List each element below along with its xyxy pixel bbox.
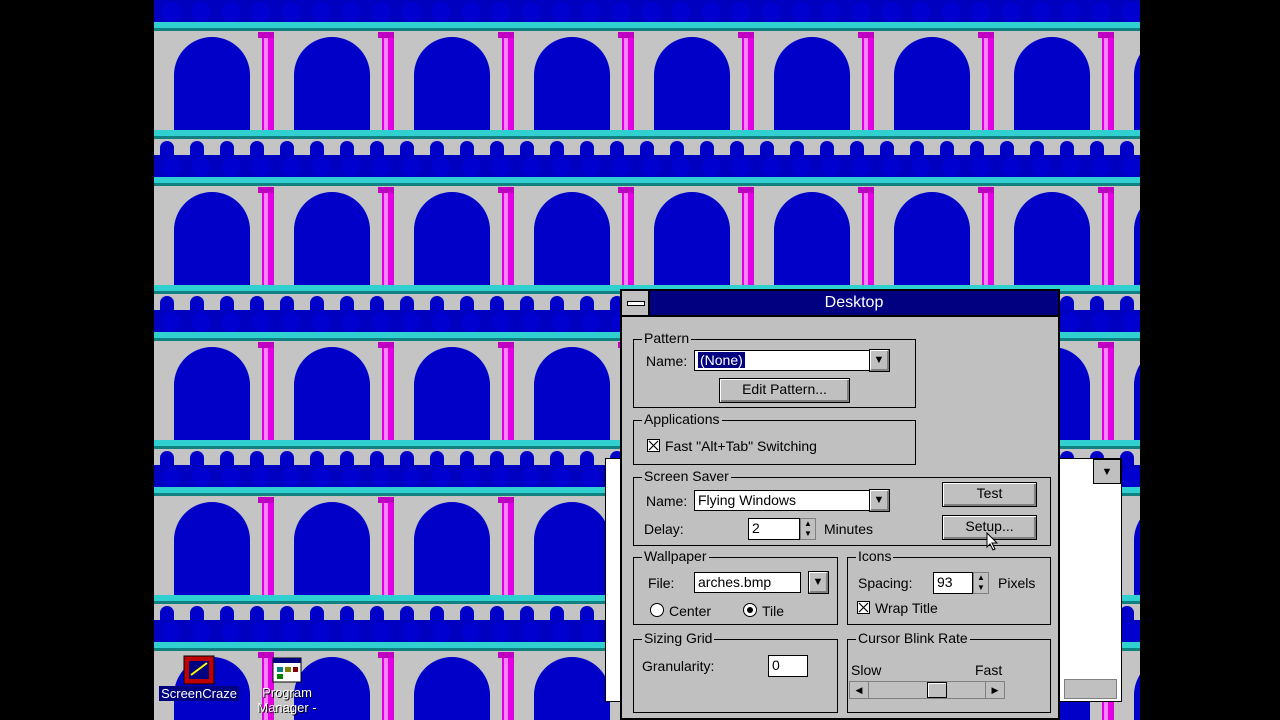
center-label: Center: [669, 603, 712, 619]
spacing-units-label: Pixels: [998, 575, 1036, 591]
slow-label: Slow: [851, 662, 882, 678]
desktop-icon-label: Program Manager -: [257, 685, 317, 715]
test-button[interactable]: Test: [942, 482, 1037, 507]
delay-label: Delay:: [644, 521, 684, 537]
mouse-cursor-icon: [986, 532, 999, 551]
fast-switching-checkbox[interactable]: [647, 439, 660, 452]
edit-pattern-button[interactable]: Edit Pattern...: [719, 378, 850, 403]
wallpaper-group-label: Wallpaper: [642, 548, 709, 564]
center-radio[interactable]: [650, 603, 664, 617]
delay-value: 2: [752, 520, 760, 536]
desktop-icon-program-manager[interactable]: Program Manager -: [242, 655, 332, 717]
spacing-spinner[interactable]: ▲ ▼: [973, 572, 989, 594]
cursor-blink-scrollbar[interactable]: ◀ ▶: [849, 681, 1005, 699]
desktop-icon-label: ScreenCraze: [159, 686, 239, 701]
arrow-left-icon[interactable]: ◀: [850, 682, 869, 698]
delay-units-label: Minutes: [824, 521, 874, 537]
wallpaper-file-label: File:: [648, 575, 675, 591]
wallpaper-file-select[interactable]: arches.bmp: [694, 572, 801, 593]
delay-input[interactable]: 2: [748, 518, 800, 540]
cursor-blink-group-label: Cursor Blink Rate: [856, 630, 970, 646]
program-manager-icon: [271, 655, 303, 685]
cursor-blink-thumb[interactable]: [927, 682, 947, 698]
chevron-down-icon[interactable]: ▼: [869, 489, 890, 512]
granularity-value: 0: [772, 657, 780, 673]
desktop-icon-screencraze[interactable]: ScreenCraze: [154, 655, 244, 703]
screen-saver-name-label: Name:: [646, 493, 688, 509]
fast-switching-label: Fast "Alt+Tab" Switching: [665, 438, 817, 454]
screencraze-icon: [183, 655, 215, 685]
dialog-title: Desktop: [824, 294, 884, 311]
spacing-input[interactable]: 93: [933, 572, 973, 594]
screen-saver-group-label: Screen Saver: [642, 468, 731, 484]
screen-saver-name-select[interactable]: Flying Windows: [694, 490, 870, 511]
fast-label: Fast: [975, 662, 1003, 678]
arrow-right-icon[interactable]: ▶: [985, 682, 1004, 698]
system-menu-button[interactable]: [622, 291, 650, 315]
title-bar[interactable]: Desktop: [622, 291, 1058, 317]
pattern-name-value: (None): [697, 351, 746, 369]
wrap-title-checkbox[interactable]: [857, 601, 870, 614]
wallpaper-file-value: arches.bmp: [698, 574, 772, 590]
chevron-down-icon[interactable]: ▼: [808, 571, 829, 594]
chevron-down-icon[interactable]: ▼: [869, 349, 890, 372]
spacing-value: 93: [937, 574, 953, 590]
tile-label: Tile: [762, 603, 785, 619]
spacing-label: Spacing:: [858, 575, 913, 591]
wrap-title-label: Wrap Title: [875, 600, 938, 616]
chevron-down-icon[interactable]: ▼: [1093, 459, 1121, 484]
tile-radio[interactable]: [743, 603, 757, 617]
screen-saver-name-value: Flying Windows: [698, 492, 797, 508]
pattern-name-select[interactable]: (None): [694, 350, 870, 371]
desktop-dialog: Desktop Pattern Name: (None) ▼ Edit Patt…: [620, 289, 1060, 720]
delay-spinner[interactable]: ▲ ▼: [800, 518, 816, 540]
horizontal-scrollbar[interactable]: [1064, 679, 1117, 699]
icons-group-label: Icons: [856, 548, 894, 564]
granularity-input[interactable]: 0: [768, 655, 808, 677]
granularity-label: Granularity:: [642, 658, 715, 674]
applications-group-label: Applications: [642, 411, 722, 427]
pattern-group-label: Pattern: [642, 330, 692, 346]
pattern-name-label: Name:: [646, 353, 688, 369]
sizing-grid-group-label: Sizing Grid: [642, 630, 715, 646]
